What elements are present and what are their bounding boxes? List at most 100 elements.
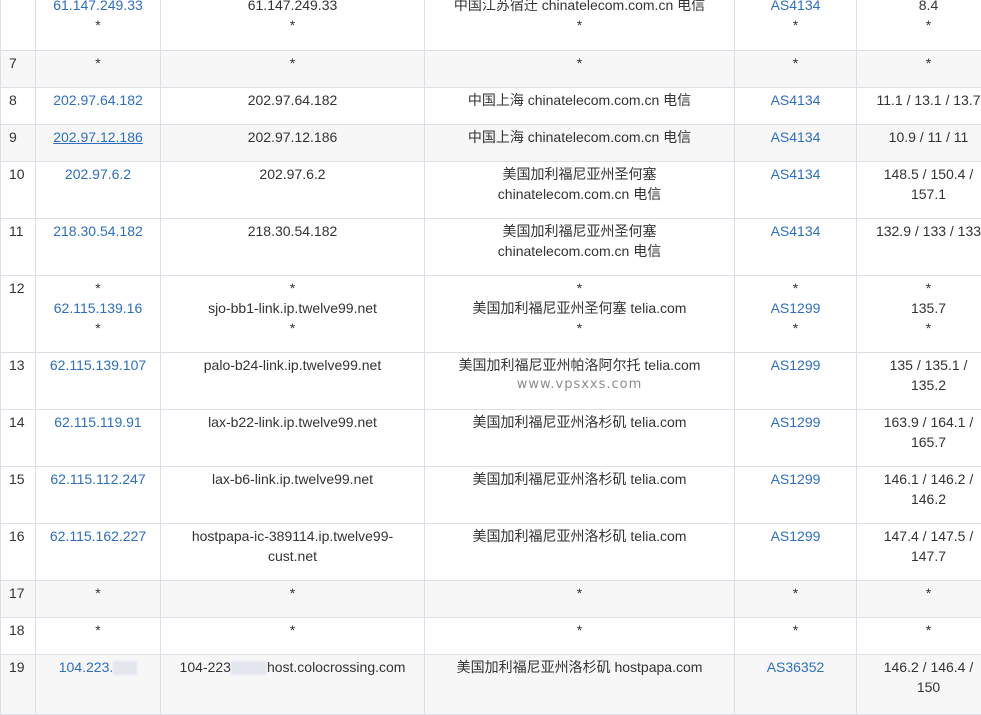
asn-link[interactable]: AS1299 (739, 469, 852, 489)
asn-cell: AS4134 (735, 219, 857, 276)
hop-row: 19104.223.104-223host.colocrossing.com美国… (1, 655, 981, 715)
host-line: * (165, 620, 420, 640)
latency-cell: 163.9 / 164.1 /165.7 (857, 410, 981, 467)
asn-cell: * (735, 618, 857, 655)
hostname-cell: *sjo-bb1-link.ip.twelve99.net* (161, 276, 425, 353)
ip-link[interactable]: 62.115.139.16 (40, 298, 156, 318)
hop-row: 1662.115.162.227hostpapa-ic-389114.ip.tw… (1, 524, 981, 581)
hostname-cell: 104-223host.colocrossing.com (161, 655, 425, 715)
hostname-cell: lax-b6-link.ip.twelve99.net (161, 467, 425, 524)
host-line: 218.30.54.182 (165, 221, 420, 241)
hostname-cell: * (161, 581, 425, 618)
rtt-line: 146.2 / 146.4 / (861, 657, 981, 677)
rtt-line: 147.4 / 147.5 / (861, 526, 981, 546)
ip-link[interactable]: 62.115.119.91 (40, 412, 156, 432)
asn-cell: AS36352 (735, 655, 857, 715)
latency-cell: * (857, 618, 981, 655)
asn-link[interactable]: AS1299 (739, 355, 852, 375)
hop-number: 10 (1, 162, 36, 219)
hop-row: 15 62.115.112.247lax-b6-link.ip.twelve99.… (1, 467, 981, 524)
host-line: * (165, 53, 420, 73)
ip-line: * (40, 278, 156, 298)
latency-cell: 148.5 / 150.4 /157.1 (857, 162, 981, 219)
ip-cell: * (36, 581, 161, 618)
rtt-line: * (861, 53, 981, 73)
host-line: * (165, 318, 420, 338)
asn-link[interactable]: AS4134 (739, 164, 852, 184)
ip-link[interactable]: 202.97.64.182 (40, 90, 156, 110)
loc-line: chinatelecom.com.cn 电信 (429, 241, 730, 261)
asn-line: * (739, 620, 852, 640)
rtt-line: 165.7 (861, 432, 981, 452)
loc-line: * (429, 583, 730, 603)
asn-link[interactable]: AS1299 (739, 298, 852, 318)
ip-link[interactable]: 62.115.139.107 (40, 355, 156, 375)
hop-row: 17***** (1, 581, 981, 618)
asn-link[interactable]: AS4134 (739, 221, 852, 241)
ip-cell: 202.97.12.186 (36, 125, 161, 162)
ip-cell: *62.115.139.16* (36, 276, 161, 353)
asn-link[interactable]: AS4134 (739, 0, 852, 15)
latency-cell: * (857, 581, 981, 618)
rtt-line: 146.1 / 146.2 / (861, 469, 981, 489)
loc-line: 美国加利福尼亚州洛杉矶 hostpapa.com (429, 657, 730, 677)
location-cell: 美国加利福尼亚州圣何塞chinatelecom.com.cn 电信 (425, 219, 735, 276)
latency-cell: 135 / 135.1 /135.2 (857, 353, 981, 410)
rtt-line: 8.4 (861, 0, 981, 15)
hop-number: 7 (1, 51, 36, 88)
hostname-cell: * (161, 51, 425, 88)
hop-number-text: 8 (9, 92, 17, 108)
hop-number-text: 17 (9, 585, 25, 601)
hop-number-text: 15 (9, 471, 25, 487)
latency-cell: 147.4 / 147.5 /147.7 (857, 524, 981, 581)
ip-link[interactable]: 62.115.162.227 (40, 526, 156, 546)
ip-prefix[interactable]: 104.223. (59, 659, 114, 675)
traceroute-table: 61.147.249.33*61.147.249.33*中国江苏宿迁 china… (0, 0, 981, 715)
location-cell: 美国加利福尼亚州洛杉矶 telia.com (425, 524, 735, 581)
ip-link[interactable]: 202.97.6.2 (40, 164, 156, 184)
hop-number-text: 14 (9, 414, 25, 430)
ip-link[interactable]: 104.223. (40, 657, 156, 677)
ip-link[interactable]: 61.147.249.33 (40, 0, 156, 15)
ip-link[interactable]: 218.30.54.182 (40, 221, 156, 241)
asn-link[interactable]: AS1299 (739, 526, 852, 546)
loc-line: 中国江苏宿迁 chinatelecom.com.cn 电信 (429, 0, 730, 15)
hop-number-text: 16 (9, 528, 25, 544)
asn-link[interactable]: AS1299 (739, 412, 852, 432)
location-cell: 中国江苏宿迁 chinatelecom.com.cn 电信* (425, 0, 735, 51)
asn-link[interactable]: AS4134 (739, 90, 852, 110)
hop-number: 14 (1, 410, 36, 467)
ip-line: * (40, 620, 156, 640)
hostname-cell: 202.97.6.2 (161, 162, 425, 219)
loc-line: 美国加利福尼亚州圣何塞 (429, 164, 730, 184)
loc-line: * (429, 53, 730, 73)
latency-cell: * (857, 51, 981, 88)
hostname-cell: * (161, 618, 425, 655)
rtt-line: 11.1 / 13.1 / 13.7 (861, 90, 981, 110)
hop-row: 61.147.249.33*61.147.249.33*中国江苏宿迁 china… (1, 0, 981, 51)
ip-cell: 62.115.112.247 (36, 467, 161, 524)
asn-link[interactable]: AS36352 (739, 657, 852, 677)
hostname-cell: 218.30.54.182 (161, 219, 425, 276)
ip-cell: 61.147.249.33* (36, 0, 161, 51)
rtt-line: * (861, 620, 981, 640)
asn-line: * (739, 318, 852, 338)
asn-link[interactable]: AS4134 (739, 127, 852, 147)
ip-link[interactable]: 62.115.112.247 (40, 469, 156, 489)
loc-line: 美国加利福尼亚州洛杉矶 telia.com (429, 469, 730, 489)
asn-line: * (739, 15, 852, 35)
hop-number-text: 18 (9, 622, 25, 638)
hop-number-text: 12 (9, 280, 25, 296)
rtt-line: 148.5 / 150.4 / (861, 164, 981, 184)
rtt-line: * (861, 278, 981, 298)
hop-row: 1362.115.139.107palo-b24-link.ip.twelve9… (1, 353, 981, 410)
ip-cell: 104.223. (36, 655, 161, 715)
hop-number: 9 (1, 125, 36, 162)
hostname-cell: 61.147.249.33* (161, 0, 425, 51)
host-line: * (165, 278, 420, 298)
hop-row: 18***** (1, 618, 981, 655)
hostname-suffix: host.colocrossing.com (267, 659, 406, 675)
hop-number: 11 (1, 219, 36, 276)
asn-cell: AS1299 (735, 467, 857, 524)
ip-link[interactable]: 202.97.12.186 (40, 127, 156, 147)
